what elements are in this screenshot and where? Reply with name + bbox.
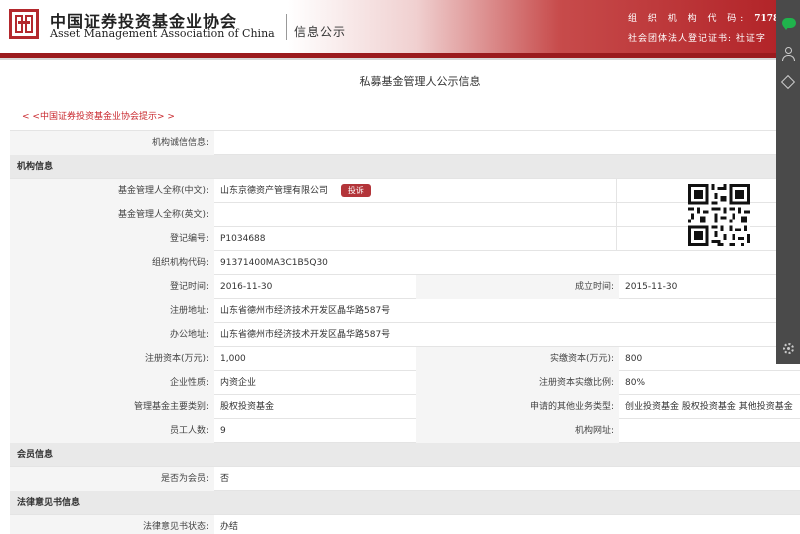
table-row: 基金管理人全称(中文): 山东京德资产管理有限公司 投诉 (10, 179, 800, 203)
amac-logo-icon[interactable] (9, 9, 39, 39)
field-label: 员工人数: (10, 419, 214, 443)
field-label: 管理基金主要类别: (10, 395, 214, 419)
field-label: 企业性质: (10, 371, 214, 395)
website-value[interactable] (619, 419, 800, 443)
user-icon[interactable] (778, 44, 798, 64)
chat-icon[interactable] (778, 13, 798, 33)
header-org-code-label: 组 织 机 构 代 码: (628, 14, 748, 24)
field-label: 法律意见书状态: (10, 515, 214, 534)
establish-date-value: 2015-11-30 (625, 282, 678, 292)
brand-name-en[interactable]: Asset Management Association of China (50, 27, 275, 40)
manager-name-cn: 山东京德资产管理有限公司 投诉 (214, 179, 617, 203)
field-label: 登记编号: (10, 227, 214, 251)
field-label: 实缴资本(万元): (416, 347, 619, 371)
org-code-value: 91371400MA3C1B5Q30 (220, 258, 328, 268)
registration-date-value: 2016-11-30 (220, 282, 273, 292)
gear-icon[interactable] (778, 338, 798, 358)
field-label: 注册地址: (10, 299, 214, 323)
floating-toolbar (776, 0, 800, 364)
page-title: 私募基金管理人公示信息 (359, 75, 481, 88)
table-row: 注册地址: 山东省德州市经济技术开发区晶华路587号 (10, 299, 800, 323)
field-label: 注册资本(万元): (10, 347, 214, 371)
header-cert-label: 社会团体法人登记证书: 社证字 (628, 34, 766, 44)
field-label: 登记时间: (10, 275, 214, 299)
field-label: 组织机构代码: (10, 251, 214, 275)
section-header-org: 机构信息 (10, 155, 800, 179)
main-fund-type-value: 股权投资基金 (220, 402, 275, 412)
section-header-legal: 法律意见书信息 (10, 491, 800, 515)
table-row: 是否为会员: 否 (10, 467, 800, 491)
brand-tagline: 信息公示 (294, 25, 347, 39)
table-row: 员工人数: 9 机构网址: (10, 419, 800, 443)
field-label: 基金管理人全称(英文): (10, 203, 214, 227)
field-label: 是否为会员: (10, 467, 214, 491)
field-label: 基金管理人全称(中文): (10, 179, 214, 203)
header-org-code: 组 织 机 构 代 码: 717833 (628, 11, 792, 24)
header-rule-shadow (0, 58, 800, 60)
table-row: 管理基金主要类别: 股权投资基金 申请的其他业务类型: 创业投资基金 股权投资基… (10, 395, 800, 419)
field-label: 机构诚信信息: (10, 131, 214, 155)
manager-name-cn-value: 山东京德资产管理有限公司 (220, 186, 329, 196)
enterprise-nature-value: 内资企业 (220, 378, 257, 388)
table-row: 基金管理人全称(英文): (10, 203, 800, 227)
section-header-member: 会员信息 (10, 443, 800, 467)
complain-button[interactable]: 投诉 (340, 184, 371, 197)
registered-capital-value: 1,000 (220, 354, 246, 364)
qr-code-icon (688, 184, 750, 246)
section-title: 机构信息 (17, 162, 54, 172)
credit-info-value (214, 131, 800, 155)
field-label: 办公地址: (10, 323, 214, 347)
section-title: 会员信息 (17, 450, 54, 460)
cube-icon[interactable] (778, 72, 798, 92)
table-row: 企业性质: 内资企业 注册资本实缴比例: 80% (10, 371, 800, 395)
staff-count-value: 9 (220, 426, 226, 436)
office-address-value: 山东省德州市经济技术开发区晶华路587号 (220, 330, 391, 340)
info-table: 机构诚信信息: 机构信息 基金管理人全称(中文): 山东京德资产管理有限公司 投… (10, 130, 800, 534)
association-hint-link[interactable]: < <中国证券投资基金业协会提示> > (22, 109, 175, 122)
section-title: 法律意见书信息 (17, 498, 81, 508)
table-row: 组织机构代码: 91371400MA3C1B5Q30 (10, 251, 800, 275)
legal-opinion-status-value: 办结 (220, 522, 239, 532)
field-label: 注册资本实缴比例: (416, 371, 619, 395)
table-row: 办公地址: 山东省德州市经济技术开发区晶华路587号 (10, 323, 800, 347)
brand-divider (286, 14, 287, 40)
other-business-type-value: 创业投资基金 股权投资基金 其他投资基金 (625, 402, 793, 412)
paid-ratio-value: 80% (625, 378, 646, 388)
table-row: 登记编号: P1034688 (10, 227, 800, 251)
table-row: 机构诚信信息: (10, 131, 800, 155)
is-member-value: 否 (220, 474, 230, 484)
table-row: 法律意见书状态: 办结 (10, 515, 800, 534)
field-label: 机构网址: (416, 419, 619, 443)
registered-address-value: 山东省德州市经济技术开发区晶华路587号 (220, 306, 391, 316)
field-label: 申请的其他业务类型: (416, 395, 619, 419)
field-label: 成立时间: (416, 275, 619, 299)
table-row: 登记时间: 2016-11-30 成立时间: 2015-11-30 (10, 275, 800, 299)
paid-capital-value: 800 (625, 354, 643, 364)
table-row: 注册资本(万元): 1,000 实缴资本(万元): 800 (10, 347, 800, 371)
manager-name-en-value (214, 203, 617, 227)
registration-number-value: P1034688 (214, 227, 617, 251)
